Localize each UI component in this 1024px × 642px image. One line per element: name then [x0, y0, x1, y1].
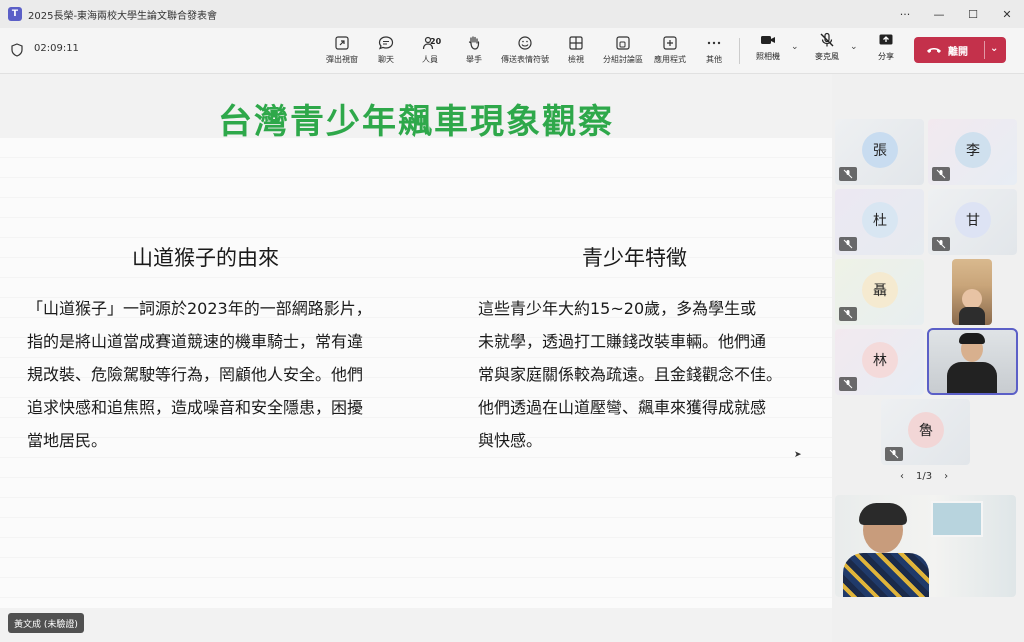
gallery-pager: ‹ 1/3 ›: [900, 471, 948, 482]
participant-tile[interactable]: 杜: [835, 189, 924, 255]
text-line: 未就學，透過打工賺錢改裝車輛。他們通: [478, 332, 767, 351]
mic-muted-icon: [932, 167, 950, 181]
more-options-button[interactable]: 其他: [692, 32, 736, 70]
participant-tile[interactable]: 魯: [881, 399, 970, 465]
person-hair: [859, 503, 907, 525]
text-line: 這些青少年大約15~20歲，多為學生或: [478, 299, 757, 318]
next-page-button[interactable]: ›: [944, 471, 948, 482]
text-line: 他們透過在山道壓彎、飆車來獲得成就感: [478, 398, 767, 417]
participant-tile[interactable]: 甘: [928, 189, 1017, 255]
right-column-text: 這些青少年大約15~20歲，多為學生或 未就學，透過打工賺錢改裝車輛。他們通 常…: [478, 292, 782, 457]
participant-tile[interactable]: 李: [928, 119, 1017, 185]
avatar: 林: [862, 342, 898, 378]
people-count-badge: 20: [430, 37, 442, 46]
right-column-heading: 青少年特徵: [582, 246, 687, 270]
text-line: 追求快感和追焦照，造成噪音和安全隱患，困擾: [27, 398, 364, 417]
share-button[interactable]: 分享: [866, 32, 906, 62]
camera-options-chevron-icon[interactable]: ⌄: [791, 42, 799, 52]
chat-icon: [378, 36, 394, 50]
camera-button[interactable]: 照相機: [748, 32, 788, 62]
camera-icon: [761, 36, 775, 44]
emoji-icon: [518, 36, 532, 50]
more-icon: [707, 41, 721, 45]
view-icon: [569, 36, 583, 50]
close-window-button[interactable]: ✕: [990, 0, 1024, 28]
previous-page-button[interactable]: ‹: [900, 471, 904, 482]
participant-tile[interactable]: 張: [835, 119, 924, 185]
popout-icon: [335, 36, 349, 50]
avatar: 杜: [862, 202, 898, 238]
apps-button[interactable]: 應用程式: [648, 32, 692, 70]
presenter-name-tag: 黃文成 (未驗證): [8, 613, 84, 633]
mic-off-icon: [820, 32, 834, 47]
apps-icon: [663, 36, 677, 50]
leave-button[interactable]: 離開 ⌄: [914, 37, 1006, 63]
text-line: 指的是將山道當成賽道競速的機車騎士，常有違: [27, 332, 364, 351]
avatar: 聶: [862, 272, 898, 308]
teams-logo-icon: T: [8, 7, 22, 21]
microphone-button[interactable]: 麥克風: [807, 32, 847, 62]
mic-options-chevron-icon[interactable]: ⌄: [850, 42, 858, 52]
text-line: 當地居民。: [27, 431, 108, 450]
emoji-button[interactable]: 傳送表情符號: [496, 32, 554, 70]
view-button[interactable]: 檢視: [554, 32, 598, 70]
mic-muted-icon: [885, 447, 903, 461]
left-column-text: 「山道猴子」一詞源於2023年的一部網路影片， 指的是將山道當成賽道競速的機車騎…: [27, 292, 372, 457]
avatar: 甘: [955, 202, 991, 238]
person-hair: [959, 333, 985, 344]
participant-video-tile[interactable]: [952, 259, 992, 325]
text-line: 「山道猴子」一詞源於2023年的一部網路影片，: [27, 299, 372, 318]
popout-button[interactable]: 彈出視窗: [320, 32, 364, 70]
raise-hand-button[interactable]: 舉手: [452, 32, 496, 70]
page-indicator: 1/3: [916, 471, 933, 482]
active-speaker-video-tile[interactable]: [927, 328, 1018, 395]
window-more-button[interactable]: ···: [888, 0, 922, 28]
title-bar: T 2025長榮-東海兩校大學生論文聯合發表會 ··· — ☐ ✕: [0, 0, 1024, 28]
mic-muted-icon: [932, 237, 950, 251]
mic-muted-icon: [839, 237, 857, 251]
window-controls: ··· — ☐ ✕: [888, 0, 1024, 28]
left-column-heading: 山道猴子的由來: [132, 246, 279, 270]
self-view-video-tile[interactable]: [835, 495, 1016, 597]
mouse-cursor-icon: ➤: [794, 450, 802, 460]
shield-icon: [11, 43, 23, 57]
text-line: 與快感。: [478, 431, 543, 450]
minimize-button[interactable]: —: [922, 0, 956, 28]
raise-hand-icon: [468, 36, 480, 50]
breakout-rooms-button[interactable]: 分組討論區: [598, 32, 648, 70]
toolbar-actions: 彈出視窗 聊天 人員 舉手 傳送表情符號 檢視 分組討論區 應用程式 其他: [320, 32, 736, 70]
window-title: 2025長榮-東海兩校大學生論文聯合發表會: [28, 10, 218, 22]
avatar: 魯: [908, 412, 944, 448]
mic-muted-icon: [839, 377, 857, 391]
person-body: [959, 307, 985, 325]
participant-tile[interactable]: 聶: [835, 259, 924, 325]
person-body: [947, 362, 997, 393]
share-icon: [879, 34, 893, 45]
person-body: [843, 553, 929, 597]
meeting-toolbar: 02:09:11 彈出視窗 聊天 人員 舉手 傳送表情符號 檢視 分組討論區 應…: [0, 28, 1024, 74]
breakout-icon: [616, 36, 630, 50]
wall-painting: [931, 501, 983, 537]
text-line: 規改裝、危險駕駛等行為，罔顧他人安全。他們: [27, 365, 364, 384]
avatar: 張: [862, 132, 898, 168]
person-silhouette: [962, 289, 982, 309]
toolbar-divider: [739, 38, 740, 64]
maximize-button[interactable]: ☐: [956, 0, 990, 28]
chat-button[interactable]: 聊天: [364, 32, 408, 70]
mic-muted-icon: [839, 307, 857, 321]
hang-up-icon: [927, 48, 941, 53]
avatar: 李: [955, 132, 991, 168]
text-line: 常與家庭關係較為疏遠。且金錢觀念不佳。: [478, 365, 783, 384]
leave-options-chevron-icon[interactable]: ⌄: [990, 43, 998, 54]
mic-muted-icon: [839, 167, 857, 181]
meeting-timer: 02:09:11: [34, 43, 79, 54]
slide-title: 台灣青少年飆車現象觀察: [218, 102, 614, 142]
participant-tile[interactable]: 林: [835, 329, 924, 395]
